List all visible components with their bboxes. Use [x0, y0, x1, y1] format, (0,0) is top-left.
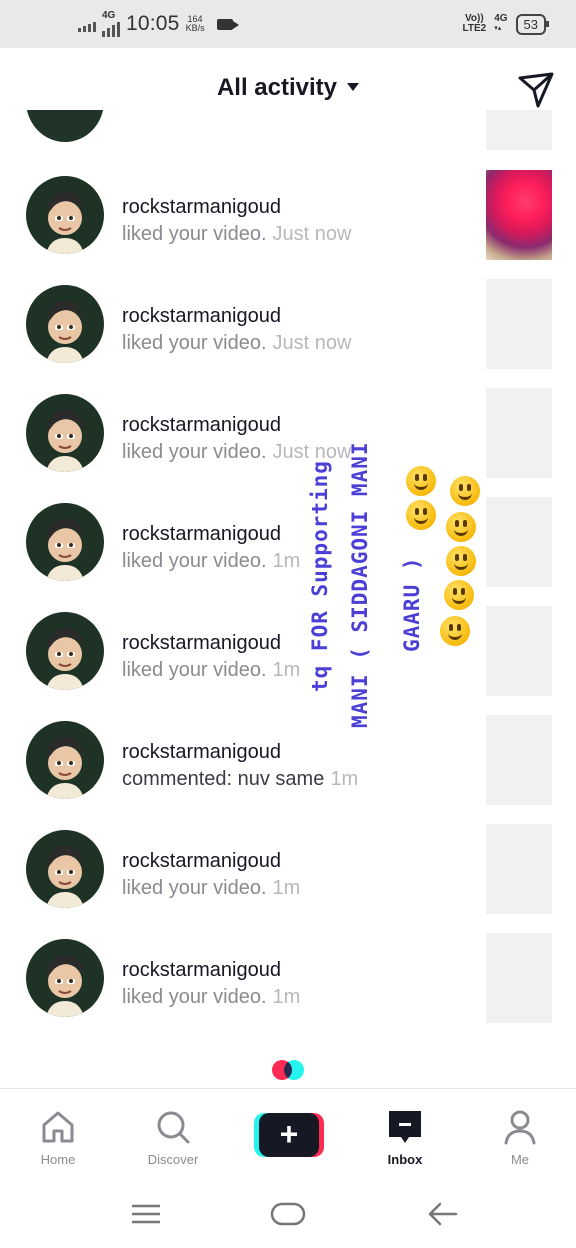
status-right: Vo)) LTE2 4G ▾▴ 53 [462, 0, 550, 48]
search-icon [157, 1111, 190, 1144]
notification-row[interactable]: rockstarmanigoud liked your video. 1m [0, 497, 576, 612]
video-thumbnail[interactable] [486, 388, 552, 478]
loading-indicator [272, 1060, 306, 1080]
paper-plane-icon[interactable] [516, 70, 556, 110]
signal-strength-icon [78, 16, 96, 32]
notification-row[interactable]: rockstarmanigoud liked your video. Just n… [0, 279, 576, 394]
timestamp: 1m [330, 768, 359, 790]
nav-discover-label: Discover [147, 1152, 199, 1167]
notification-row[interactable]: rockstarmanigoud liked your video. 1m [0, 933, 576, 1048]
action-text: liked your video. Just now [122, 223, 352, 245]
page-title: All activity [216, 74, 338, 101]
back-arrow-icon[interactable] [422, 1194, 462, 1234]
notification-row[interactable]: rockstarmanigoud liked your video. 1m [0, 824, 576, 939]
video-thumbnail[interactable] [486, 497, 552, 587]
avatar[interactable] [26, 939, 104, 1017]
avatar[interactable] [26, 830, 104, 908]
avatar[interactable] [26, 612, 104, 690]
network-speed: 164 KB/s [185, 14, 205, 33]
video-thumbnail[interactable] [486, 170, 552, 260]
volte-label: Vo)) LTE2 [462, 13, 487, 34]
person-icon [504, 1110, 536, 1145]
menu-icon[interactable] [126, 1194, 166, 1234]
avatar[interactable] [26, 394, 104, 472]
home-circle-icon[interactable] [268, 1194, 308, 1234]
avatar[interactable] [26, 176, 104, 254]
video-thumbnail[interactable] [486, 110, 552, 150]
username[interactable]: rockstarmanigoud [122, 523, 281, 546]
create-button[interactable]: + [254, 1113, 324, 1157]
timestamp: 1m [272, 986, 301, 1008]
action-text: liked your video. 1m [122, 877, 301, 899]
nav-discover[interactable]: Discover [123, 1089, 223, 1177]
second-network-label: 4G ▾▴ [494, 13, 508, 33]
video-thumbnail[interactable] [486, 606, 552, 696]
timestamp: Just now [272, 223, 352, 245]
timestamp: 1m [272, 659, 301, 681]
status-bar: 4G 10:05 164 KB/s Vo)) LTE2 4G ▾▴ 53 [0, 0, 576, 48]
username[interactable]: rockstarmanigoud [122, 305, 281, 328]
nav-inbox-label: Inbox [387, 1152, 423, 1167]
username[interactable]: rockstarmanigoud [122, 959, 281, 982]
plus-icon: + [259, 1113, 319, 1157]
battery-icon: 53 [515, 13, 550, 35]
username[interactable]: rockstarmanigoud [122, 632, 281, 655]
nav-me[interactable]: Me [470, 1089, 570, 1177]
avatar[interactable] [26, 110, 104, 142]
avatar[interactable] [26, 285, 104, 363]
username[interactable]: rockstarmanigoud [122, 414, 281, 437]
system-navigation-bar [0, 1176, 576, 1248]
username[interactable]: rockstarmanigoud [122, 850, 281, 873]
bottom-navigation: Home Discover + Inbox Me [0, 1088, 576, 1176]
video-thumbnail[interactable] [486, 279, 552, 369]
notification-row[interactable]: rockstarmanigoud liked your video. 1m [0, 606, 576, 721]
video-thumbnail[interactable] [486, 715, 552, 805]
notification-row[interactable]: rockstarmanigoud liked your video. Just n… [0, 170, 576, 285]
notification-row[interactable]: rockstarmanigoud liked your video. Just n… [0, 388, 576, 503]
avatar[interactable] [26, 503, 104, 581]
nav-home[interactable]: Home [8, 1089, 108, 1177]
house-icon [42, 1111, 74, 1143]
action-text: liked your video. 1m [122, 986, 301, 1008]
timestamp: 1m [272, 877, 301, 899]
notification-row[interactable]: rockstarmanigoud commented: nuv same 1m [0, 715, 576, 830]
nav-inbox[interactable]: Inbox [355, 1089, 455, 1177]
status-left: 4G 10:05 164 KB/s [78, 0, 239, 48]
username[interactable]: rockstarmanigoud [122, 741, 281, 764]
timestamp: Just now [272, 441, 352, 463]
timestamp: Just now [272, 332, 352, 354]
nav-me-label: Me [510, 1152, 530, 1167]
activity-filter-dropdown[interactable]: All activity [0, 74, 576, 102]
status-time: 10:05 [126, 12, 180, 35]
nav-home-label: Home [40, 1152, 76, 1167]
video-thumbnail[interactable] [486, 824, 552, 914]
timestamp: 1m [272, 550, 301, 572]
action-text: liked your video. 1m [122, 659, 301, 681]
caret-down-icon [347, 82, 360, 91]
video-thumbnail[interactable] [486, 933, 552, 1023]
action-text: commented: nuv same 1m [122, 768, 359, 790]
avatar[interactable] [26, 721, 104, 799]
activity-list[interactable]: rockstarmanigoud liked your video. Just n… [0, 110, 576, 1090]
network-type-label: 4G [102, 11, 120, 37]
action-text: liked your video. Just now [122, 441, 352, 463]
action-text: liked your video. Just now [122, 332, 352, 354]
video-camera-icon [216, 18, 239, 30]
action-text: liked your video. 1m [122, 550, 301, 572]
message-icon [389, 1111, 421, 1143]
username[interactable]: rockstarmanigoud [122, 196, 281, 219]
